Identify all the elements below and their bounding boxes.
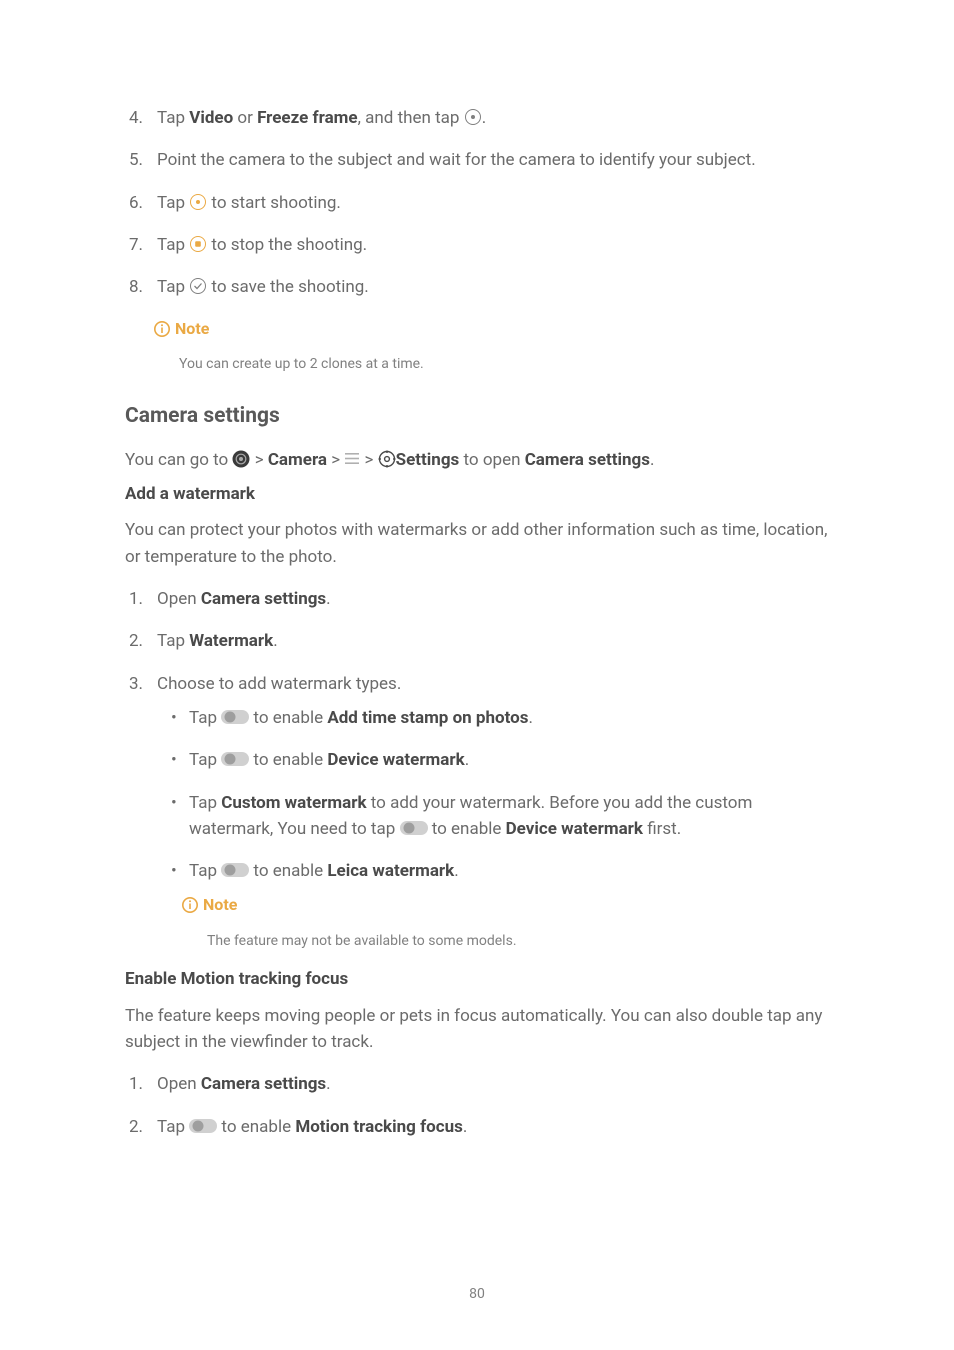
motion-step-2: 2. Tap to enable Motion tracking focus. — [153, 1114, 829, 1140]
record-start-icon — [189, 193, 207, 211]
wm-bullet-device: Tap to enable Device watermark. — [189, 747, 829, 773]
toggle-off-icon — [189, 1117, 217, 1135]
step-5: 5. Point the camera to the subject and w… — [153, 147, 829, 173]
motion-step-1: 1. Open Camera settings. — [153, 1071, 829, 1097]
motion-steps: 1. Open Camera settings. 2. Tap to enabl… — [125, 1071, 829, 1140]
settings-path: You can go to > Camera > > Settings to o… — [125, 447, 829, 473]
watermark-types-list: Tap to enable Add time stamp on photos. … — [157, 705, 829, 885]
toggle-off-icon — [221, 861, 249, 879]
wm-bullet-custom: Tap Custom watermark to add your waterma… — [189, 790, 829, 843]
toggle-off-icon — [400, 819, 428, 837]
record-stop-icon — [189, 235, 207, 253]
step-number: 7. — [129, 232, 143, 258]
info-icon — [153, 320, 171, 338]
wm-step-1: 1. Open Camera settings. — [153, 586, 829, 612]
note-text: You can create up to 2 clones at a time. — [179, 354, 829, 376]
heading-watermark: Add a watermark — [125, 481, 829, 507]
wm-bullet-timestamp: Tap to enable Add time stamp on photos. — [189, 705, 829, 731]
step-number: 2. — [129, 628, 143, 654]
step-4: 4. Tap Video or Freeze frame, and then t… — [153, 105, 829, 131]
step-number: 4. — [129, 105, 143, 131]
heading-motion-tracking: Enable Motion tracking focus — [125, 966, 829, 992]
step-number: 1. — [129, 1071, 143, 1097]
note-text: The feature may not be available to some… — [207, 931, 829, 953]
note-header: Note — [153, 317, 209, 342]
camera-app-icon — [232, 450, 250, 468]
step-8: 8. Tap to save the shooting. — [153, 274, 829, 300]
step-number: 5. — [129, 147, 143, 173]
step-number: 6. — [129, 190, 143, 216]
gear-icon — [378, 450, 396, 468]
page-number: 80 — [0, 1284, 954, 1306]
note-header: Note — [181, 893, 237, 918]
step-number: 1. — [129, 586, 143, 612]
toggle-off-icon — [221, 750, 249, 768]
step-number: 3. — [129, 671, 143, 697]
toggle-off-icon — [221, 708, 249, 726]
motion-intro: The feature keeps moving people or pets … — [125, 1003, 829, 1056]
step-7: 7. Tap to stop the shooting. — [153, 232, 829, 258]
step-6: 6. Tap to start shooting. — [153, 190, 829, 216]
note-leica: Note The feature may not be available to… — [157, 893, 829, 952]
step-number: 8. — [129, 274, 143, 300]
note-clones: Note You can create up to 2 clones at a … — [125, 317, 829, 376]
shutter-dot-icon — [464, 108, 482, 126]
info-icon — [181, 896, 199, 914]
wm-step-3: 3. Choose to add watermark types. Tap to… — [153, 671, 829, 952]
step-number: 2. — [129, 1114, 143, 1140]
menu-lines-icon — [344, 450, 360, 468]
heading-camera-settings: Camera settings — [125, 400, 829, 433]
save-check-icon — [189, 277, 207, 295]
watermark-steps: 1. Open Camera settings. 2. Tap Watermar… — [125, 586, 829, 952]
watermark-intro: You can protect your photos with waterma… — [125, 517, 829, 570]
wm-bullet-leica: Tap to enable Leica watermark. — [189, 858, 829, 884]
top-steps-list: 4. Tap Video or Freeze frame, and then t… — [125, 105, 829, 301]
wm-step-2: 2. Tap Watermark. — [153, 628, 829, 654]
